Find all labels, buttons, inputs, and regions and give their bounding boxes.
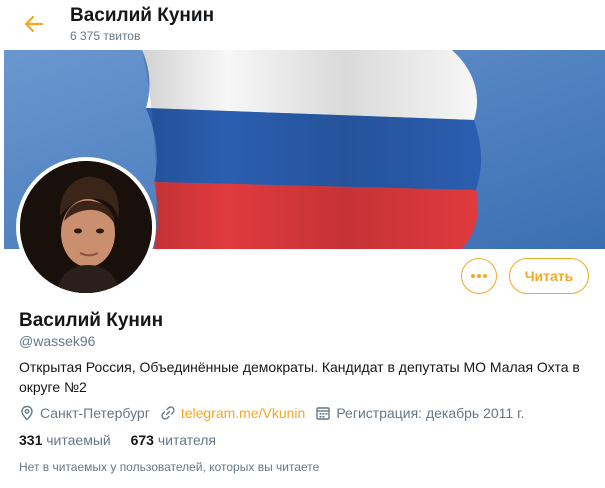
back-button[interactable] — [22, 12, 46, 36]
location-icon — [21, 405, 33, 421]
followers-label: читателя — [157, 432, 217, 448]
more-options-button[interactable] — [461, 258, 497, 294]
calendar-icon — [316, 407, 331, 420]
profile-name: Василий Кунин — [19, 310, 164, 331]
followed-by-note: Нет в читаемых у пользователей, которых … — [19, 460, 320, 474]
profile-header: Василий Кунин 6 375 твитов — [0, 0, 605, 50]
link-icon — [161, 406, 175, 420]
avatar-photo — [20, 161, 152, 293]
joined-date: Регистрация: декабрь 2011 г. — [336, 405, 525, 421]
profile-handle: @wassek96 — [19, 333, 96, 349]
website-link[interactable]: telegram.me/Vkunin — [181, 405, 306, 421]
more-dots-icon — [471, 274, 487, 278]
arrow-left-icon — [24, 15, 44, 33]
followers-stat[interactable]: 673 читателя — [131, 432, 216, 448]
follow-button[interactable]: Читать — [509, 258, 589, 294]
location-text: Санкт-Петербург — [40, 405, 150, 421]
following-stat[interactable]: 331 читаемый — [19, 432, 111, 448]
profile-meta: Санкт-Петербург telegram.me/Vkunin Регис… — [19, 403, 534, 423]
following-count: 331 — [19, 432, 43, 448]
profile-stats: 331 читаемый 673 читателя — [19, 432, 232, 448]
tweets-count: 6 375 твитов — [70, 29, 141, 43]
followers-count: 673 — [130, 432, 154, 448]
avatar[interactable] — [16, 157, 156, 297]
profile-bio: Открытая Россия, Объединённые демократы.… — [19, 359, 580, 395]
following-label: читаемый — [46, 432, 111, 448]
header-title: Василий Кунин — [70, 5, 215, 26]
